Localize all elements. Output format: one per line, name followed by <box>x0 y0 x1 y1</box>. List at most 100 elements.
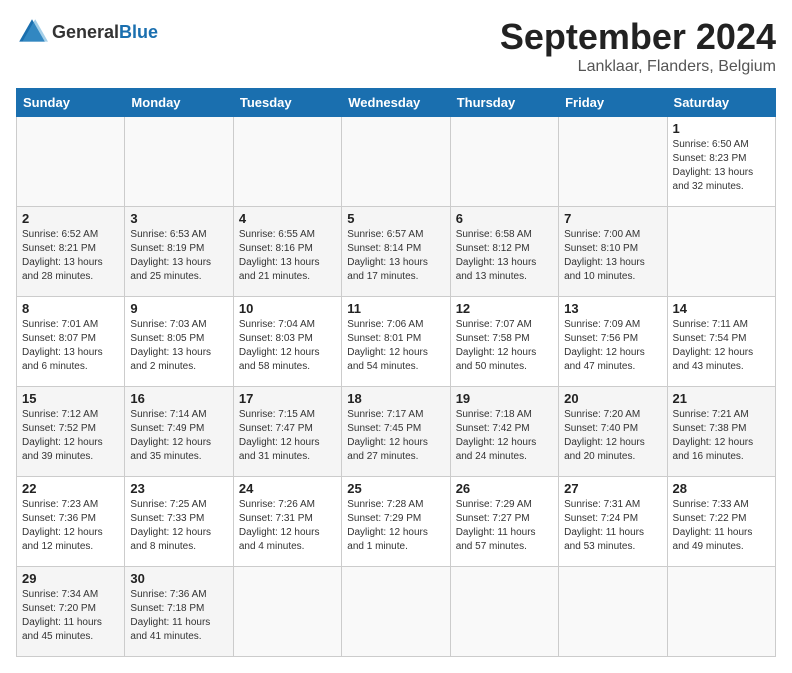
day-info: Sunrise: 7:11 AMSunset: 7:54 PMDaylight:… <box>673 318 770 374</box>
calendar-week-3: 8 Sunrise: 7:01 AMSunset: 8:07 PMDaylight… <box>17 297 776 387</box>
col-friday: Friday <box>559 89 667 117</box>
calendar-cell: 16 Sunrise: 7:14 AMSunset: 7:49 PMDayligh… <box>125 387 233 477</box>
col-wednesday: Wednesday <box>342 89 450 117</box>
calendar-cell: 23Sunrise: 7:25 AMSunset: 7:33 PMDayligh… <box>125 477 233 567</box>
calendar-cell: 28 Sunrise: 7:33 AMSunset: 7:22 PMDayligh… <box>667 477 775 567</box>
calendar-table: Sunday Monday Tuesday Wednesday Thursday… <box>16 88 776 657</box>
col-thursday: Thursday <box>450 89 558 117</box>
day-info: Sunrise: 7:36 AMSunset: 7:18 PMDaylight:… <box>130 588 227 644</box>
calendar-cell: 12Sunrise: 7:07 AMSunset: 7:58 PMDayligh… <box>450 297 558 387</box>
calendar-cell: 25Sunrise: 7:28 AMSunset: 7:29 PMDayligh… <box>342 477 450 567</box>
calendar-cell <box>17 117 125 207</box>
day-number: 21 <box>673 391 770 406</box>
day-info: Sunrise: 7:26 AMSunset: 7:31 PMDaylight:… <box>239 498 336 554</box>
day-info: Sunrise: 7:29 AMSunset: 7:27 PMDaylight:… <box>456 498 553 554</box>
day-number: 27 <box>564 481 661 496</box>
day-number: 17 <box>239 391 336 406</box>
day-number: 18 <box>347 391 444 406</box>
logo: GeneralBlue <box>16 16 158 48</box>
day-number: 5 <box>347 211 444 226</box>
day-info: Sunrise: 7:20 AMSunset: 7:40 PMDaylight:… <box>564 408 661 464</box>
day-number: 15 <box>22 391 119 406</box>
calendar-cell: 22 Sunrise: 7:23 AMSunset: 7:36 PMDayligh… <box>17 477 125 567</box>
calendar-week-4: 15 Sunrise: 7:12 AMSunset: 7:52 PMDayligh… <box>17 387 776 477</box>
title-area: September 2024 Lanklaar, Flanders, Belgi… <box>500 16 776 76</box>
logo-general: General <box>52 22 119 42</box>
logo-blue: Blue <box>119 22 158 42</box>
col-saturday: Saturday <box>667 89 775 117</box>
calendar-cell: 18 Sunrise: 7:17 AMSunset: 7:45 PMDayligh… <box>342 387 450 477</box>
day-info: Sunrise: 7:00 AMSunset: 8:10 PMDaylight:… <box>564 228 661 284</box>
day-info: Sunrise: 6:55 AMSunset: 8:16 PMDaylight:… <box>239 228 336 284</box>
calendar-cell: 19 Sunrise: 7:18 AMSunset: 7:42 PMDayligh… <box>450 387 558 477</box>
day-info: Sunrise: 7:09 AMSunset: 7:56 PMDaylight:… <box>564 318 661 374</box>
calendar-cell: 4 Sunrise: 6:55 AMSunset: 8:16 PMDaylight… <box>233 207 341 297</box>
calendar-week-5: 22 Sunrise: 7:23 AMSunset: 7:36 PMDayligh… <box>17 477 776 567</box>
calendar-cell: 6Sunrise: 6:58 AMSunset: 8:12 PMDaylight… <box>450 207 558 297</box>
day-number: 11 <box>347 301 444 316</box>
day-number: 29 <box>22 571 119 586</box>
day-info: Sunrise: 7:14 AMSunset: 7:49 PMDaylight:… <box>130 408 227 464</box>
day-info: Sunrise: 7:28 AMSunset: 7:29 PMDaylight:… <box>347 498 444 554</box>
day-info: Sunrise: 7:33 AMSunset: 7:22 PMDaylight:… <box>673 498 770 554</box>
day-info: Sunrise: 7:17 AMSunset: 7:45 PMDaylight:… <box>347 408 444 464</box>
calendar-cell <box>559 117 667 207</box>
day-info: Sunrise: 6:53 AMSunset: 8:19 PMDaylight:… <box>130 228 227 284</box>
day-number: 6 <box>456 211 553 226</box>
calendar-cell: 27 Sunrise: 7:31 AMSunset: 7:24 PMDayligh… <box>559 477 667 567</box>
day-number: 13 <box>564 301 661 316</box>
day-info: Sunrise: 7:12 AMSunset: 7:52 PMDaylight:… <box>22 408 119 464</box>
day-info: Sunrise: 7:01 AMSunset: 8:07 PMDaylight:… <box>22 318 119 374</box>
logo-text: GeneralBlue <box>52 22 158 43</box>
day-number: 19 <box>456 391 553 406</box>
calendar-cell <box>342 117 450 207</box>
calendar-cell: 24 Sunrise: 7:26 AMSunset: 7:31 PMDayligh… <box>233 477 341 567</box>
calendar-cell: 26Sunrise: 7:29 AMSunset: 7:27 PMDayligh… <box>450 477 558 567</box>
day-number: 10 <box>239 301 336 316</box>
day-number: 16 <box>130 391 227 406</box>
day-number: 23 <box>130 481 227 496</box>
col-monday: Monday <box>125 89 233 117</box>
calendar-cell <box>233 117 341 207</box>
day-number: 2 <box>22 211 119 226</box>
calendar-cell: 11Sunrise: 7:06 AMSunset: 8:01 PMDayligh… <box>342 297 450 387</box>
calendar-cell <box>667 207 775 297</box>
day-number: 3 <box>130 211 227 226</box>
day-info: Sunrise: 6:50 AMSunset: 8:23 PMDaylight:… <box>673 138 770 194</box>
calendar-cell: 13 Sunrise: 7:09 AMSunset: 7:56 PMDayligh… <box>559 297 667 387</box>
day-info: Sunrise: 7:15 AMSunset: 7:47 PMDaylight:… <box>239 408 336 464</box>
calendar-cell: 9 Sunrise: 7:03 AMSunset: 8:05 PMDaylight… <box>125 297 233 387</box>
calendar-cell: 15 Sunrise: 7:12 AMSunset: 7:52 PMDayligh… <box>17 387 125 477</box>
day-number: 8 <box>22 301 119 316</box>
day-number: 4 <box>239 211 336 226</box>
calendar-week-1: 1 Sunrise: 6:50 AMSunset: 8:23 PMDaylight… <box>17 117 776 207</box>
calendar-cell: 17 Sunrise: 7:15 AMSunset: 7:47 PMDayligh… <box>233 387 341 477</box>
day-info: Sunrise: 7:31 AMSunset: 7:24 PMDaylight:… <box>564 498 661 554</box>
day-info: Sunrise: 7:18 AMSunset: 7:42 PMDaylight:… <box>456 408 553 464</box>
calendar-cell: 21 Sunrise: 7:21 AMSunset: 7:38 PMDayligh… <box>667 387 775 477</box>
location-title: Lanklaar, Flanders, Belgium <box>500 58 776 76</box>
day-number: 28 <box>673 481 770 496</box>
day-number: 1 <box>673 121 770 136</box>
calendar-cell: 7Sunrise: 7:00 AMSunset: 8:10 PMDaylight… <box>559 207 667 297</box>
month-title: September 2024 <box>500 16 776 58</box>
day-number: 9 <box>130 301 227 316</box>
col-tuesday: Tuesday <box>233 89 341 117</box>
calendar-cell: 10Sunrise: 7:04 AMSunset: 8:03 PMDayligh… <box>233 297 341 387</box>
calendar-cell <box>125 117 233 207</box>
day-number: 22 <box>22 481 119 496</box>
day-info: Sunrise: 7:23 AMSunset: 7:36 PMDaylight:… <box>22 498 119 554</box>
calendar-cell: 14 Sunrise: 7:11 AMSunset: 7:54 PMDayligh… <box>667 297 775 387</box>
col-sunday: Sunday <box>17 89 125 117</box>
day-info: Sunrise: 7:03 AMSunset: 8:05 PMDaylight:… <box>130 318 227 374</box>
day-number: 12 <box>456 301 553 316</box>
day-info: Sunrise: 7:21 AMSunset: 7:38 PMDaylight:… <box>673 408 770 464</box>
calendar-cell: 20 Sunrise: 7:20 AMSunset: 7:40 PMDayligh… <box>559 387 667 477</box>
day-info: Sunrise: 6:52 AMSunset: 8:21 PMDaylight:… <box>22 228 119 284</box>
day-number: 24 <box>239 481 336 496</box>
header: GeneralBlue September 2024 Lanklaar, Fla… <box>16 16 776 76</box>
day-info: Sunrise: 6:57 AMSunset: 8:14 PMDaylight:… <box>347 228 444 284</box>
day-number: 20 <box>564 391 661 406</box>
day-number: 14 <box>673 301 770 316</box>
day-number: 30 <box>130 571 227 586</box>
